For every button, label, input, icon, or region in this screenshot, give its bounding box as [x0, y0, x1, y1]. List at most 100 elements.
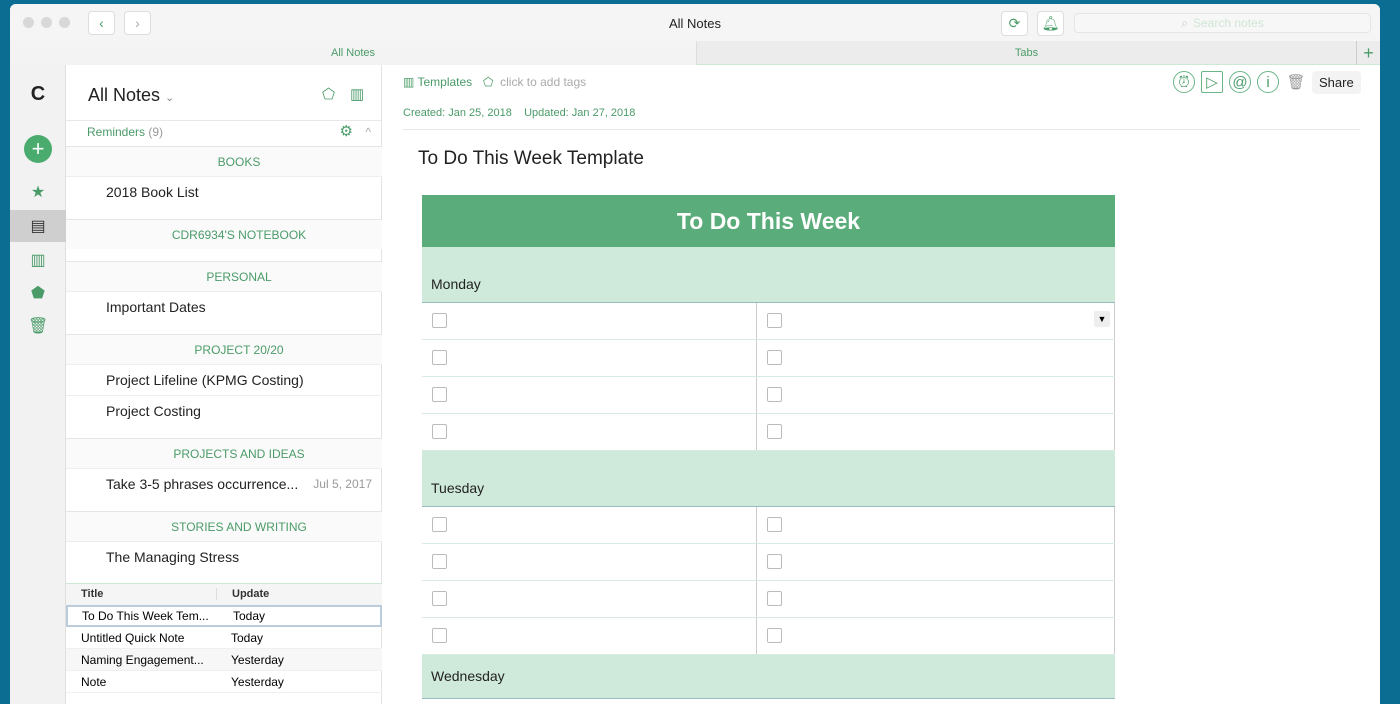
task-row: [422, 618, 1115, 655]
table-row[interactable]: Note Yesterday: [66, 671, 382, 693]
day-row-wednesday[interactable]: Wednesday: [422, 655, 1115, 699]
day-row-monday[interactable]: Monday: [422, 247, 1115, 303]
share-button[interactable]: Share: [1312, 71, 1361, 94]
task-cell[interactable]: [422, 414, 757, 450]
note-list-title[interactable]: All Notes ⌄: [88, 85, 174, 106]
trash-icon[interactable]: 🗑︎: [28, 316, 48, 336]
account-avatar[interactable]: C: [28, 83, 48, 105]
task-checkbox[interactable]: [432, 350, 447, 365]
notebook-selector[interactable]: ▥ Templates: [403, 75, 472, 89]
column-title[interactable]: Title: [66, 588, 216, 600]
list-item[interactable]: Take 3-5 phrases occurrence... Jul 5, 201…: [66, 468, 382, 498]
cell-dropdown-button[interactable]: ▼: [1094, 311, 1110, 327]
trash-icon[interactable]: 🗑︎: [1285, 72, 1307, 94]
divider: [403, 129, 1360, 130]
tag-filter-icon[interactable]: ⬠: [322, 85, 335, 103]
sync-button[interactable]: ⟳: [1001, 11, 1028, 36]
task-checkbox[interactable]: [432, 554, 447, 569]
task-cell[interactable]: [422, 303, 757, 339]
task-cell[interactable]: [757, 303, 1115, 339]
column-update[interactable]: Update: [216, 588, 288, 600]
sidebar: C + ★ ▤ ▥ ⬟ 🗑︎: [10, 65, 66, 704]
note-dates: Created: Jan 25, 2018 Updated: Jan 27, 2…: [403, 107, 636, 119]
task-checkbox[interactable]: [432, 517, 447, 532]
list-item[interactable]: Project Lifeline (KPMG Costing): [66, 364, 382, 394]
list-item[interactable]: Project Costing: [66, 395, 382, 425]
plus-icon: +: [1363, 42, 1374, 63]
group-header: STORIES AND WRITING: [66, 511, 382, 541]
info-icon[interactable]: i: [1257, 71, 1279, 93]
task-cell[interactable]: [422, 340, 757, 376]
task-cell[interactable]: [422, 507, 757, 543]
tags-icon[interactable]: ⬟: [28, 283, 48, 303]
task-checkbox[interactable]: [432, 591, 447, 606]
shortcuts-star-icon[interactable]: ★: [28, 182, 48, 202]
task-checkbox[interactable]: [767, 350, 782, 365]
tab-bar: All Notes Tabs +: [10, 41, 1380, 65]
task-row: [422, 507, 1115, 544]
tab-all-notes[interactable]: All Notes: [10, 41, 696, 65]
sidebar-item-notes[interactable]: ▤: [10, 210, 66, 242]
new-tab-button[interactable]: +: [1356, 41, 1380, 65]
title-bar: ‹ › All Notes ⟳ 🔔︎ ⌕ Search notes: [10, 4, 1380, 41]
task-cell[interactable]: [422, 618, 757, 654]
task-cell[interactable]: [757, 581, 1115, 617]
tab-tabs[interactable]: Tabs: [696, 41, 1356, 65]
table-row[interactable]: Untitled Quick Note Today: [66, 627, 382, 649]
task-checkbox[interactable]: [432, 424, 447, 439]
notes-table: Title Update To Do This Week Tem... Today…: [66, 583, 382, 693]
day-row-tuesday[interactable]: Tuesday: [422, 451, 1115, 507]
new-note-button[interactable]: +: [24, 135, 52, 163]
task-cell[interactable]: [757, 618, 1115, 654]
presentation-icon[interactable]: ▷: [1201, 71, 1223, 93]
mention-icon[interactable]: @: [1229, 71, 1251, 93]
table-row[interactable]: Naming Engagement... Yesterday: [66, 649, 382, 671]
list-item[interactable]: Important Dates: [66, 291, 382, 321]
task-cell[interactable]: [757, 507, 1115, 543]
task-checkbox[interactable]: [767, 628, 782, 643]
notebooks-icon[interactable]: ▥: [28, 250, 48, 270]
chevron-up-icon[interactable]: ^: [365, 121, 371, 143]
table-row[interactable]: To Do This Week Tem... Today: [66, 605, 382, 627]
task-checkbox[interactable]: [432, 313, 447, 328]
group-header: PERSONAL: [66, 261, 382, 291]
task-checkbox[interactable]: [767, 424, 782, 439]
notifications-button[interactable]: 🔔︎: [1037, 11, 1064, 36]
task-checkbox[interactable]: [767, 313, 782, 328]
task-checkbox[interactable]: [432, 387, 447, 402]
task-cell[interactable]: [422, 377, 757, 413]
sync-icon: ⟳: [1008, 15, 1021, 31]
task-row: [422, 581, 1115, 618]
task-checkbox[interactable]: [767, 387, 782, 402]
app-window: ‹ › All Notes ⟳ 🔔︎ ⌕ Search notes All Not…: [10, 4, 1380, 704]
task-checkbox[interactable]: [767, 554, 782, 569]
note-title[interactable]: To Do This Week Template: [418, 148, 644, 170]
search-icon: ⌕: [1181, 15, 1188, 30]
task-cell[interactable]: [757, 377, 1115, 413]
task-cell[interactable]: [422, 581, 757, 617]
view-toggle-icon[interactable]: ▥: [350, 85, 364, 103]
list-item[interactable]: The Managing Stress: [66, 541, 382, 571]
reminder-alarm-icon[interactable]: ⏰︎: [1173, 71, 1195, 93]
tags-input[interactable]: ⬠ click to add tags: [483, 75, 586, 89]
list-item[interactable]: 2018 Book List: [66, 176, 382, 206]
group-header: CDR6934'S NOTEBOOK: [66, 219, 382, 249]
task-row: [422, 414, 1115, 451]
note-icon: ▤: [30, 218, 46, 235]
task-cell[interactable]: [757, 544, 1115, 580]
table-title[interactable]: To Do This Week: [422, 195, 1115, 247]
gear-icon[interactable]: ⚙: [340, 121, 353, 143]
task-row: [422, 340, 1115, 377]
bell-icon: 🔔︎: [1041, 15, 1060, 31]
task-checkbox[interactable]: [767, 517, 782, 532]
search-input[interactable]: ⌕ Search notes: [1074, 13, 1371, 33]
chevron-down-icon: ⌄: [165, 92, 175, 104]
notebook-icon: ▥: [403, 75, 415, 89]
plus-icon: +: [31, 136, 45, 161]
task-checkbox[interactable]: [432, 628, 447, 643]
task-checkbox[interactable]: [767, 591, 782, 606]
reminders-header[interactable]: Reminders (9) ⚙ ^: [66, 120, 381, 144]
task-cell[interactable]: [757, 414, 1115, 450]
task-cell[interactable]: [422, 544, 757, 580]
task-cell[interactable]: [757, 340, 1115, 376]
